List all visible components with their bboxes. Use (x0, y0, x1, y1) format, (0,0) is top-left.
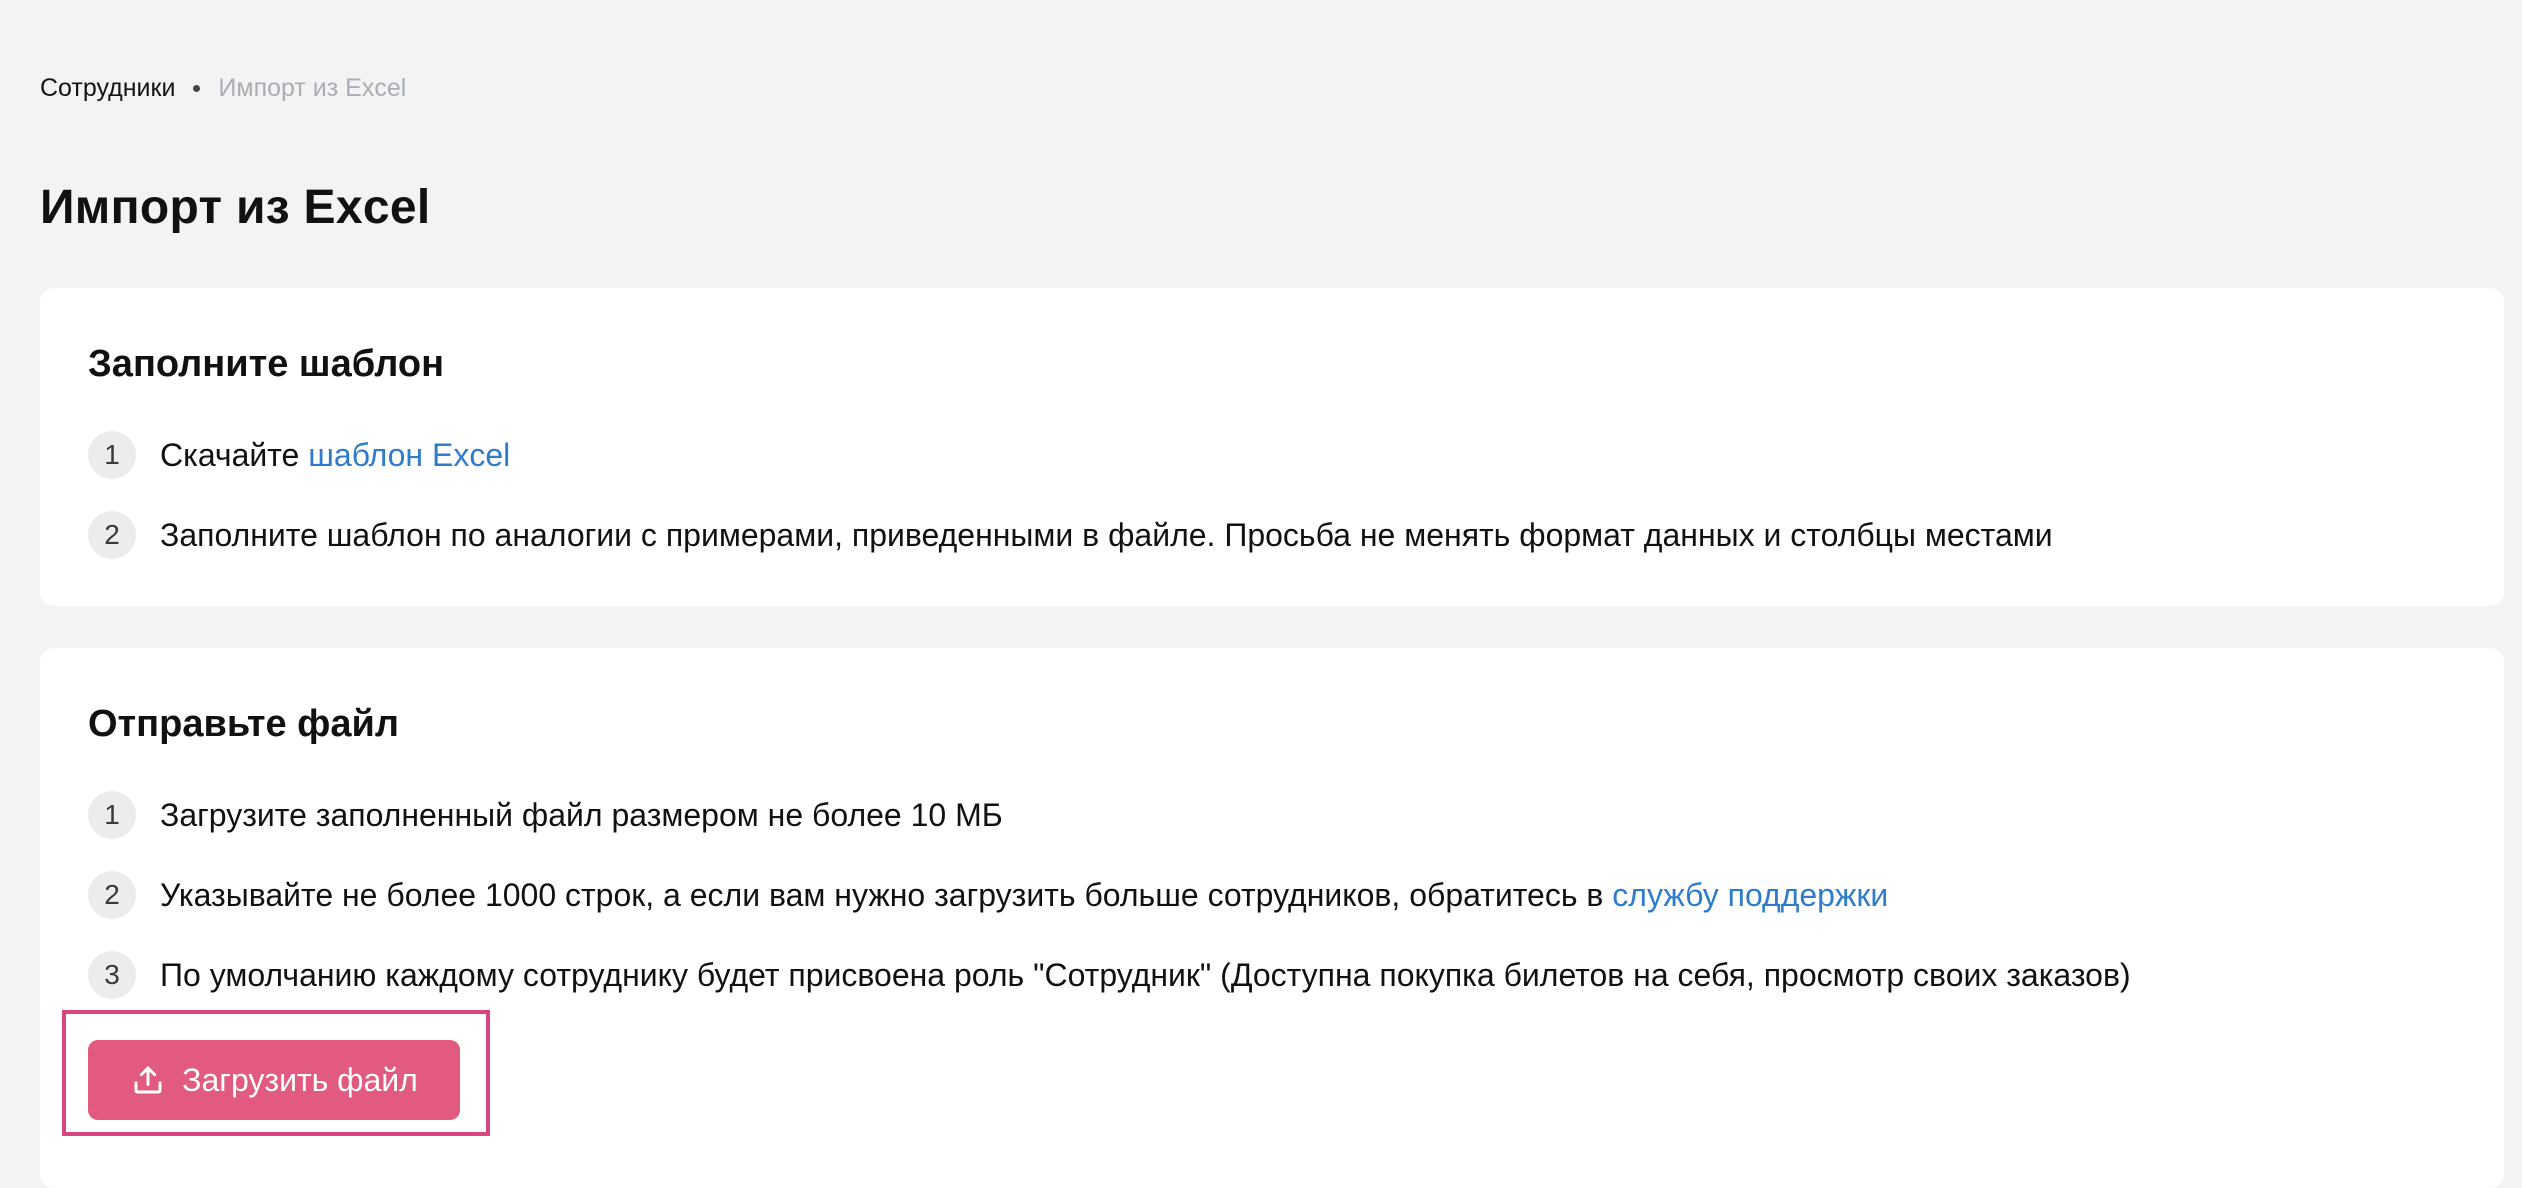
upload-file-button[interactable]: Загрузить файл (88, 1040, 460, 1120)
upload-icon (130, 1062, 166, 1098)
step-number-badge: 3 (88, 951, 136, 999)
step-text: Загрузите заполненный файл размером не б… (160, 797, 1003, 833)
step-text: По умолчанию каждому сотруднику будет пр… (160, 957, 2131, 993)
fill-step-2: 2 Заполните шаблон по аналогии с примера… (88, 511, 2053, 559)
excel-template-link[interactable]: шаблон Excel (308, 437, 510, 473)
fill-step-1: 1 Скачайте шаблон Excel (88, 431, 510, 479)
send-step-1: 1 Загрузите заполненный файл размером не… (88, 791, 1003, 839)
breadcrumb-item-current: Импорт из Excel (218, 73, 407, 102)
step-number-badge: 1 (88, 791, 136, 839)
breadcrumb-item-employees[interactable]: Сотрудники (40, 74, 175, 103)
breadcrumb-separator-dot (193, 84, 201, 92)
step-number-badge: 1 (88, 431, 136, 479)
step-text: Указывайте не более 1000 строк, а если в… (160, 871, 1888, 919)
upload-file-button-label: Загрузить файл (182, 1061, 418, 1098)
step-text-prefix: Указывайте не более 1000 строк, а если в… (160, 877, 1613, 913)
step-number-badge: 2 (88, 871, 136, 919)
step-text: Заполните шаблон по аналогии с примерами… (160, 517, 2053, 553)
step-text: Скачайте шаблон Excel (160, 431, 510, 479)
send-step-2: 2 Указывайте не более 1000 строк, а если… (88, 871, 1888, 919)
send-file-title: Отправьте файл (88, 703, 400, 745)
send-step-3: 3 По умолчанию каждому сотруднику будет … (88, 951, 2131, 999)
page-title: Импорт из Excel (40, 181, 431, 234)
fill-template-title: Заполните шаблон (88, 343, 445, 385)
support-link[interactable]: службу поддержки (1612, 877, 1888, 913)
step-number-badge: 2 (88, 511, 136, 559)
step-text-prefix: Скачайте (160, 437, 309, 473)
breadcrumb: Сотрудники Импорт из Excel (40, 70, 406, 106)
